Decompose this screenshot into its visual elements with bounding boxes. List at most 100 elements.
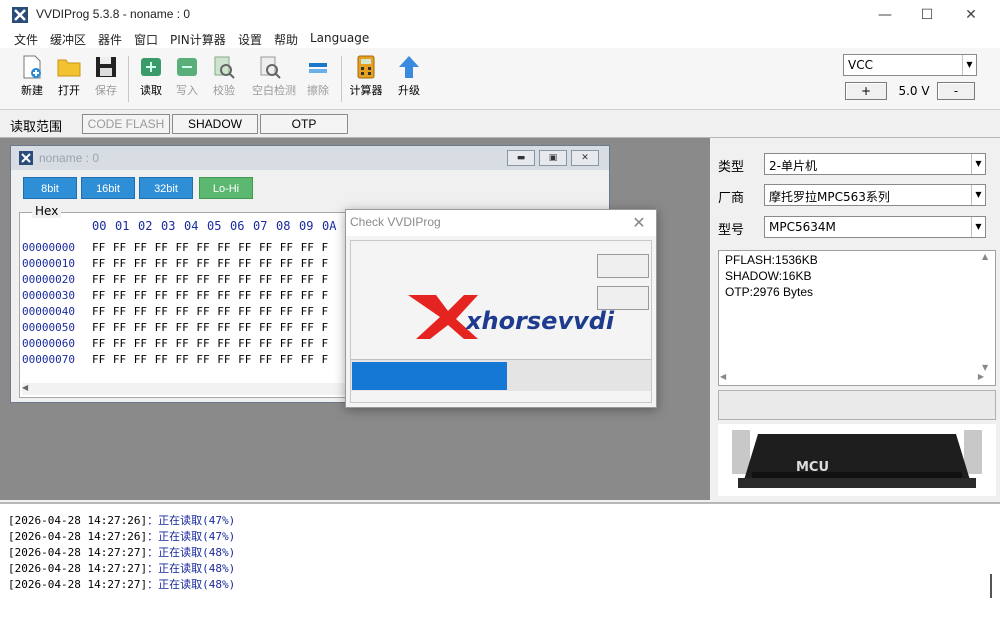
title-bar: VVDIProg 5.3.8 - noname : 0 — ☐ ✕ — [0, 0, 1000, 30]
hex-group-label: Hex — [32, 204, 62, 218]
menu-help[interactable]: 帮助 — [274, 31, 298, 48]
hex-row-address: 00000070 — [22, 353, 75, 366]
hex-column-label: 06 — [230, 219, 245, 233]
16bit-button[interactable]: 16bit — [81, 177, 135, 199]
menu-file[interactable]: 文件 — [14, 31, 38, 48]
hex-row-address: 00000050 — [22, 321, 75, 334]
read-button[interactable]: 读取 — [133, 54, 169, 106]
log-message: ：正在读取(48%) — [147, 578, 236, 591]
window-title: VVDIProg 5.3.8 - noname : 0 — [36, 7, 191, 21]
info-horizontal-scrollbar[interactable]: ◀ ▶ — [720, 372, 984, 384]
verify-button[interactable]: 校验 — [206, 54, 242, 106]
hex-row-bytes: FF FF FF FF FF FF FF FF FF FF FF F — [92, 337, 329, 350]
buffer-restore-button[interactable]: ▣ — [539, 150, 567, 166]
buffer-window-title: noname : 0 — [39, 151, 100, 165]
calculator-button[interactable]: 计算器 — [348, 54, 384, 106]
log-vertical-scrollbar[interactable] — [984, 508, 998, 616]
write-button[interactable]: 写入 — [169, 54, 205, 106]
menu-buffer[interactable]: 缓冲区 — [50, 31, 86, 48]
hex-row-bytes: FF FF FF FF FF FF FF FF FF FF FF F — [92, 353, 329, 366]
info-pflash: PFLASH:1536KB — [725, 253, 818, 267]
log-timestamp: [2026-04-28 14:27:26] — [8, 530, 148, 543]
voltage-increase-button[interactable]: + — [845, 82, 887, 100]
minimize-button[interactable]: — — [862, 0, 908, 30]
type-select[interactable]: 2-单片机 ▼ — [764, 153, 986, 175]
blank-check-button[interactable]: 空白检测 — [252, 54, 296, 106]
hex-column-label: 02 — [138, 219, 153, 233]
lo-hi-button[interactable]: Lo-Hi — [199, 177, 253, 199]
folder-icon — [57, 59, 81, 77]
menu-settings[interactable]: 设置 — [238, 31, 262, 48]
manufacturer-select[interactable]: 摩托罗拉MPC563系列 ▼ — [764, 184, 986, 206]
log-message: ：正在读取(48%) — [147, 546, 236, 559]
log-timestamp: [2026-04-28 14:27:27] — [8, 578, 148, 591]
upgrade-button[interactable]: 升级 — [391, 54, 427, 106]
log-message: ：正在读取(47%) — [147, 514, 236, 527]
erase-button[interactable]: 擦除 — [300, 54, 336, 106]
hex-row-bytes: FF FF FF FF FF FF FF FF FF FF FF F — [92, 273, 329, 286]
model-select[interactable]: MPC5634M ▼ — [764, 216, 986, 238]
new-file-icon — [23, 55, 41, 79]
chip-image: MCU — [718, 424, 996, 496]
hex-horizontal-scrollbar[interactable]: ◀ — [22, 383, 352, 395]
read-chip-icon — [141, 58, 161, 76]
open-button[interactable]: 打开 — [51, 54, 87, 106]
buffer-minimize-button[interactable]: ▬ — [507, 150, 535, 166]
device-info-bar — [718, 390, 996, 420]
info-vertical-scrollbar[interactable]: ▲ ▼ — [982, 252, 994, 384]
app-logo-icon — [19, 151, 33, 165]
menu-device[interactable]: 器件 — [98, 31, 122, 48]
device-info-box[interactable]: PFLASH:1536KB SHADOW:16KB OTP:2976 Bytes… — [718, 250, 996, 386]
dialog-titlebar[interactable]: Check VVDIProg ✕ — [346, 210, 656, 236]
32bit-button[interactable]: 32bit — [139, 177, 193, 199]
hex-row-address: 00000010 — [22, 257, 75, 270]
vcc-select[interactable]: VCC ▼ — [843, 54, 977, 76]
code-flash-button[interactable]: CODE FLASH — [82, 114, 170, 134]
otp-button[interactable]: OTP — [260, 114, 348, 134]
chevron-down-icon: ▼ — [971, 217, 985, 237]
8bit-button[interactable]: 8bit — [23, 177, 77, 199]
dialog-title: Check VVDIProg — [350, 215, 441, 229]
floppy-disk-icon — [96, 57, 116, 77]
hex-column-label: 04 — [184, 219, 199, 233]
mcu-chip-icon: MCU — [732, 430, 982, 488]
chevron-down-icon: ▼ — [971, 154, 985, 174]
dialog-button-1[interactable] — [597, 254, 649, 278]
chevron-down-icon: ▼ — [962, 55, 976, 75]
hex-row-bytes: FF FF FF FF FF FF FF FF FF FF FF F — [92, 289, 329, 302]
hex-column-label: 03 — [161, 219, 176, 233]
voltage-display: 5.0 V — [898, 84, 930, 98]
chip-label: MCU — [796, 460, 829, 475]
buffer-close-button[interactable]: ✕ — [571, 150, 599, 166]
upgrade-arrow-icon — [399, 56, 419, 78]
chevron-down-icon: ▼ — [971, 185, 985, 205]
dialog-close-button[interactable]: ✕ — [628, 212, 650, 234]
buffer-window-titlebar[interactable]: noname : 0 ▬ ▣ ✕ — [11, 146, 609, 170]
save-button[interactable]: 保存 — [88, 54, 124, 106]
menu-window[interactable]: 窗口 — [134, 31, 158, 48]
toolbar: 新建 打开 保存 读取 写入 校验 空白检测 擦除 计算器 升级 VCC ▼ +… — [0, 48, 1000, 110]
hex-row-address: 00000030 — [22, 289, 75, 302]
hex-row-address: 00000020 — [22, 273, 75, 286]
check-vvdiprog-dialog: Check VVDIProg ✕ xhorsevvdi — [345, 209, 657, 408]
close-button[interactable]: ✕ — [948, 0, 994, 30]
hex-column-label: 07 — [253, 219, 268, 233]
type-label: 类型 — [718, 160, 745, 175]
maximize-button[interactable]: ☐ — [904, 0, 950, 30]
read-range-bar: 读取范围 CODE FLASH SHADOW OTP — [0, 110, 1000, 138]
hex-row-bytes: FF FF FF FF FF FF FF FF FF FF FF F — [92, 241, 329, 254]
shadow-button[interactable]: SHADOW — [172, 114, 258, 134]
new-button[interactable]: 新建 — [14, 54, 50, 106]
hex-column-label: 08 — [276, 219, 291, 233]
menu-bar: 文件 缓冲区 器件 窗口 PIN计算器 设置 帮助 Language — [0, 30, 1000, 48]
log-message: ：正在读取(47%) — [147, 530, 236, 543]
menu-pin-calculator[interactable]: PIN计算器 — [170, 31, 226, 48]
calculator-icon — [357, 55, 375, 79]
hex-column-label: 00 — [92, 219, 107, 233]
menu-language[interactable]: Language — [310, 31, 369, 45]
write-chip-icon — [177, 58, 197, 76]
toolbar-separator — [341, 56, 342, 102]
hex-row-address: 00000000 — [22, 241, 75, 254]
voltage-decrease-button[interactable]: - — [937, 82, 975, 100]
log-line: [2026-04-28 14:27:27]：正在读取(48%) — [8, 560, 235, 576]
